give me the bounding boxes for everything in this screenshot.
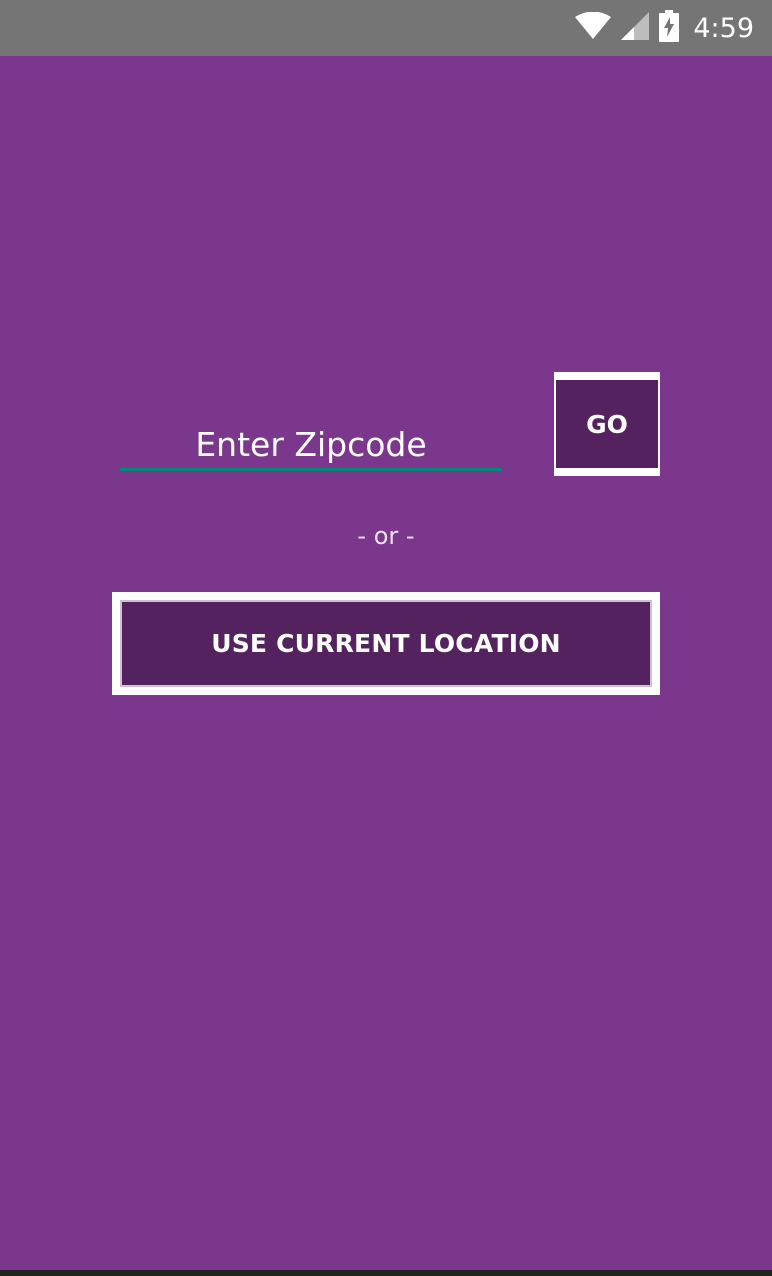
wifi-icon [575, 11, 612, 44]
battery-charging-icon [659, 10, 680, 46]
bottom-edge [0, 1270, 772, 1276]
use-current-location-button[interactable]: USE CURRENT LOCATION [112, 592, 660, 695]
cell-signal-icon [621, 12, 650, 44]
status-icons: 4:59 [575, 0, 754, 56]
status-time: 4:59 [693, 12, 754, 44]
or-separator: - or - [357, 522, 415, 550]
status-bar: 4:59 [0, 0, 772, 56]
zipcode-screen: GO - or - USE CURRENT LOCATION [0, 56, 772, 1270]
use-current-location-label: USE CURRENT LOCATION [120, 600, 652, 687]
zipcode-input[interactable] [120, 421, 502, 471]
go-button-label: GO [556, 380, 658, 468]
go-button[interactable]: GO [554, 372, 660, 476]
